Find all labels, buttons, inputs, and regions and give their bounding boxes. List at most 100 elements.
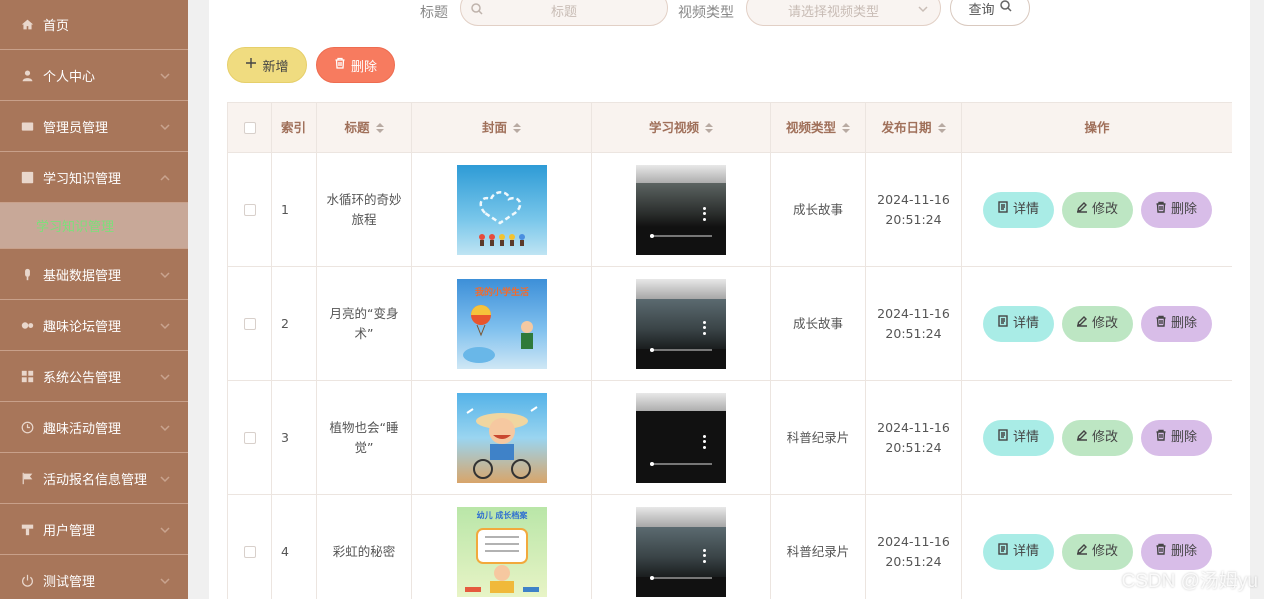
- sidebar-subitem-knowledge[interactable]: 学习知识管理: [0, 203, 188, 249]
- header-ops: 操作: [1084, 119, 1110, 135]
- row-select-cell: [227, 153, 272, 266]
- row-delete-button-label: 删除: [1170, 429, 1197, 445]
- row-type: 科普纪录片: [771, 381, 866, 494]
- select-all-checkbox[interactable]: [243, 121, 256, 134]
- admin-icon: [20, 119, 34, 133]
- video-progress[interactable]: [650, 575, 712, 580]
- edit-button[interactable]: 修改: [1061, 419, 1133, 456]
- detail-button[interactable]: 详情: [982, 533, 1054, 570]
- chart-icon: [20, 170, 34, 184]
- header-index: 索引: [272, 103, 317, 152]
- more-icon[interactable]: [703, 206, 706, 221]
- edit-button[interactable]: 修改: [1061, 533, 1133, 570]
- more-icon[interactable]: [703, 320, 706, 335]
- add-button-label: 新增: [262, 59, 289, 75]
- type-select-placeholder: 请选择视频类型: [787, 5, 879, 20]
- table-row: 1 水循环的奇妙旅程 成长故事 2024-11-16 20:51:24 详情 修…: [227, 153, 1232, 267]
- video-progress[interactable]: [650, 233, 712, 238]
- mic-icon: [20, 267, 34, 281]
- sidebar-item-users[interactable]: 用户管理: [0, 504, 188, 555]
- row-title: 彩虹的秘密: [317, 495, 412, 599]
- sidebar-item-forum[interactable]: 趣味论坛管理: [0, 300, 188, 351]
- detail-button-label: 详情: [1012, 201, 1039, 217]
- row-checkbox[interactable]: [243, 203, 256, 216]
- add-button[interactable]: 新增: [227, 47, 307, 83]
- sidebar-item-tests[interactable]: 测试管理: [0, 555, 188, 599]
- video-progress[interactable]: [650, 461, 712, 466]
- detail-button[interactable]: 详情: [982, 419, 1054, 456]
- video-progress[interactable]: [650, 347, 712, 352]
- row-index: 4: [272, 495, 317, 599]
- header-title[interactable]: 标题: [317, 103, 412, 152]
- row-select-cell: [227, 267, 272, 380]
- row-ops: 详情 修改 删除: [962, 267, 1232, 380]
- watermark: CSDN @汤姆yu: [1121, 571, 1258, 592]
- sidebar-item-activity[interactable]: 趣味活动管理: [0, 402, 188, 453]
- row-delete-button[interactable]: 删除: [1140, 533, 1212, 570]
- type-select[interactable]: 请选择视频类型: [746, 0, 941, 26]
- edit-icon: [1076, 542, 1088, 562]
- sort-icon: [842, 122, 850, 133]
- edit-button[interactable]: 修改: [1061, 191, 1133, 228]
- chevron-down-icon: [160, 371, 170, 381]
- sidebar-item-home[interactable]: 首页: [0, 0, 188, 50]
- row-cover: 幼儿 成长档案: [412, 495, 592, 599]
- sidebar-item-label: 个人中心: [43, 69, 96, 85]
- header-date[interactable]: 发布日期: [866, 103, 962, 152]
- sidebar-item-signup[interactable]: 活动报名信息管理: [0, 453, 188, 504]
- chevron-down-icon: [160, 575, 170, 585]
- chevron-down-icon: [160, 269, 170, 279]
- grid-icon: [20, 369, 34, 383]
- title-search-input[interactable]: 标题: [460, 0, 668, 26]
- row-delete-button-label: 删除: [1170, 543, 1197, 559]
- row-checkbox[interactable]: [243, 545, 256, 558]
- query-button[interactable]: 查询: [950, 0, 1030, 26]
- video-player[interactable]: [636, 506, 726, 597]
- video-player[interactable]: [636, 392, 726, 483]
- header-type[interactable]: 视频类型: [771, 103, 866, 152]
- edit-icon: [1076, 200, 1088, 220]
- video-player[interactable]: [636, 164, 726, 255]
- table-row: 2 月亮的“变身术” 我的小学生活 成长故事 2024-11-16 20:51:…: [227, 267, 1232, 381]
- header-video-label: 学习视频: [648, 119, 699, 135]
- cover-image[interactable]: [456, 392, 547, 483]
- delete-button-label: 删除: [350, 59, 377, 75]
- flag-icon: [20, 471, 34, 485]
- cover-image[interactable]: 幼儿 成长档案: [456, 506, 547, 597]
- sidebar-item-basedata[interactable]: 基础数据管理: [0, 249, 188, 300]
- row-delete-button[interactable]: 删除: [1140, 419, 1212, 456]
- cover-image[interactable]: 我的小学生活: [456, 278, 547, 369]
- table-row: 3 植物也会“睡觉” 科普纪录片 2024-11-16 20:51:24 详情 …: [227, 381, 1232, 495]
- delete-button[interactable]: 删除: [316, 47, 395, 83]
- more-icon[interactable]: [703, 434, 706, 449]
- video-player[interactable]: [636, 278, 726, 369]
- row-delete-button[interactable]: 删除: [1140, 305, 1212, 342]
- sidebar-item-notice[interactable]: 系统公告管理: [0, 351, 188, 402]
- trash-icon: [1155, 428, 1167, 448]
- more-icon[interactable]: [703, 548, 706, 563]
- row-type: 科普纪录片: [771, 495, 866, 599]
- edit-button[interactable]: 修改: [1061, 305, 1133, 342]
- row-checkbox[interactable]: [243, 431, 256, 444]
- cover-image[interactable]: [456, 164, 547, 255]
- header-type-label: 视频类型: [785, 119, 836, 135]
- detail-button[interactable]: 详情: [982, 305, 1054, 342]
- row-select-cell: [227, 495, 272, 599]
- row-delete-button[interactable]: 删除: [1140, 191, 1212, 228]
- sidebar-item-profile[interactable]: 个人中心: [0, 50, 188, 101]
- op-buttons: 详情 修改 删除: [982, 191, 1212, 228]
- row-checkbox[interactable]: [243, 317, 256, 330]
- row-type: 成长故事: [771, 267, 866, 380]
- sidebar: 首页 个人中心 管理员管理 学习知识管理 学习知识管理 基础数据管理 趣味论坛管…: [0, 0, 188, 599]
- trash-icon: [1155, 200, 1167, 220]
- detail-button[interactable]: 详情: [982, 191, 1054, 228]
- row-date: 2024-11-16 20:51:24: [866, 267, 962, 380]
- header-cover[interactable]: 封面: [412, 103, 592, 152]
- header-video[interactable]: 学习视频: [592, 103, 771, 152]
- row-cover: 我的小学生活: [412, 267, 592, 380]
- sidebar-item-admin[interactable]: 管理员管理: [0, 101, 188, 152]
- sidebar-item-knowledge[interactable]: 学习知识管理: [0, 152, 188, 203]
- edit-button-label: 修改: [1091, 543, 1118, 559]
- row-delete-button-label: 删除: [1170, 201, 1197, 217]
- row-cover: [412, 153, 592, 266]
